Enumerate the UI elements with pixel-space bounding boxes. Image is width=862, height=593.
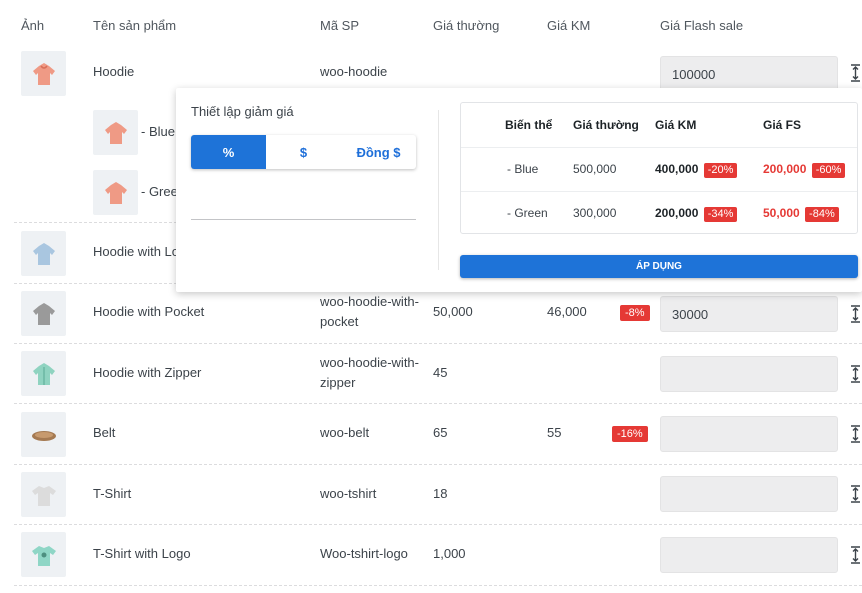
row-divider xyxy=(14,524,862,525)
tshirt-icon xyxy=(31,545,56,566)
apply-button[interactable]: ÁP DỤNG xyxy=(460,255,858,278)
mode-dollar-button[interactable]: $ xyxy=(266,135,341,169)
variant-fs: 50,000 -84% xyxy=(763,206,839,222)
mode-fixed-button[interactable]: Đồng $ xyxy=(341,135,416,169)
product-thumbnail[interactable] xyxy=(21,412,66,457)
sale-discount-badge: -20% xyxy=(703,163,738,178)
discount-mode-toggle: % $ Đồng $ xyxy=(191,135,416,169)
col-sale: Giá KM xyxy=(655,118,697,132)
variation-preview-table: Biến thể Giá thường Giá KM Giá FS - Blue… xyxy=(460,102,858,234)
variant-sale-value: 200,000 xyxy=(655,206,699,220)
fs-discount-badge: -84% xyxy=(805,207,839,222)
sort-vertical-icon[interactable] xyxy=(849,484,862,504)
hoodie-icon xyxy=(32,62,55,85)
discount-value-input[interactable] xyxy=(191,194,416,220)
flash-sale-input[interactable] xyxy=(660,56,838,92)
col-regular: Giá thường xyxy=(573,118,639,132)
product-sku: woo-hoodie xyxy=(320,64,388,79)
product-name[interactable]: T-Shirt xyxy=(93,484,131,504)
header-image: Ảnh xyxy=(21,18,45,33)
variant-sale: 400,000 -20% xyxy=(655,162,738,178)
hoodie-icon xyxy=(104,181,127,204)
product-name[interactable]: Belt xyxy=(93,423,115,443)
variant-fs-value: 50,000 xyxy=(763,206,800,220)
product-name[interactable]: Hoodie xyxy=(93,62,134,82)
table-row: - Green 300,000 200,000 -34% 50,000 -84% xyxy=(461,191,857,235)
hoodie-icon xyxy=(32,302,55,325)
sort-vertical-icon[interactable] xyxy=(849,424,862,444)
sort-vertical-icon[interactable] xyxy=(849,304,862,324)
product-name[interactable]: Hoodie with Pocket xyxy=(93,302,204,322)
header-flash-sale-price[interactable]: Giá Flash sale xyxy=(660,18,743,33)
regular-price: 18 xyxy=(433,486,448,501)
product-sku: woo-tshirt xyxy=(320,486,377,501)
product-thumbnail[interactable] xyxy=(21,532,66,577)
product-sku: woo-belt xyxy=(320,425,370,440)
popup-divider xyxy=(438,110,439,270)
variation-thumbnail[interactable] xyxy=(93,170,138,215)
header-sku[interactable]: Mã SP xyxy=(320,18,359,33)
variation-label: - Blue xyxy=(141,124,175,139)
row-divider xyxy=(14,585,862,586)
flash-sale-input[interactable] xyxy=(660,296,838,332)
sale-discount-badge: -34% xyxy=(703,207,738,222)
product-name[interactable]: T-Shirt with Logo xyxy=(93,544,191,564)
hoodie-icon xyxy=(32,362,55,385)
sort-vertical-icon[interactable] xyxy=(849,545,862,565)
table-row: - Blue 500,000 400,000 -20% 200,000 -60% xyxy=(461,147,857,191)
belt-icon xyxy=(31,430,56,441)
col-fs: Giá FS xyxy=(763,118,802,132)
regular-price: 65 xyxy=(433,425,448,440)
variant-name: - Blue xyxy=(507,162,539,176)
variant-fs-value: 200,000 xyxy=(763,162,807,176)
regular-price: 45 xyxy=(433,365,448,380)
variant-sale: 200,000 -34% xyxy=(655,206,738,222)
row-divider xyxy=(14,464,862,465)
hoodie-icon xyxy=(104,121,127,144)
product-thumbnail[interactable] xyxy=(21,472,66,517)
row-divider xyxy=(14,343,862,344)
popup-title: Thiết lập giảm giá xyxy=(191,104,294,119)
regular-price: 1,000 xyxy=(433,546,466,561)
table-header-row: Biến thể Giá thường Giá KM Giá FS xyxy=(461,103,857,147)
product-thumbnail[interactable] xyxy=(21,231,66,276)
product-sku: woo-hoodie-with- xyxy=(320,294,419,309)
col-variant: Biến thể xyxy=(505,118,553,132)
discount-badge: -8% xyxy=(620,305,650,321)
variant-regular: 500,000 xyxy=(573,162,617,176)
flash-sale-input[interactable] xyxy=(660,537,838,573)
sort-vertical-icon[interactable] xyxy=(849,364,862,384)
product-name[interactable]: Hoodie with Zipper xyxy=(93,363,201,383)
variation-thumbnail[interactable] xyxy=(93,110,138,155)
flash-sale-input[interactable] xyxy=(660,476,838,512)
product-sku-cont: pocket xyxy=(320,314,359,329)
discount-popup: Thiết lập giảm giá % $ Đồng $ Biến thể G… xyxy=(176,88,862,292)
variant-name: - Green xyxy=(507,206,548,220)
mode-percent-button[interactable]: % xyxy=(191,135,266,169)
sale-price: 46,000 xyxy=(547,304,587,319)
header-regular-price[interactable]: Giá thường xyxy=(433,18,499,33)
sale-price: 55 xyxy=(547,425,562,440)
header-sale-price[interactable]: Giá KM xyxy=(547,18,590,33)
product-name[interactable]: Hoodie with Lo xyxy=(93,242,179,262)
variant-regular: 300,000 xyxy=(573,206,617,220)
variant-sale-value: 400,000 xyxy=(655,162,699,176)
header-name[interactable]: Tên sản phẩm xyxy=(93,18,176,33)
product-thumbnail[interactable] xyxy=(21,291,66,336)
variant-fs: 200,000 -60% xyxy=(763,162,846,178)
product-sku: woo-hoodie-with- xyxy=(320,355,419,370)
fs-discount-badge: -60% xyxy=(811,163,846,178)
flash-sale-input[interactable] xyxy=(660,416,838,452)
product-thumbnail[interactable] xyxy=(21,351,66,396)
product-thumbnail[interactable] xyxy=(21,51,66,96)
sort-vertical-icon[interactable] xyxy=(849,63,862,83)
product-sku-cont: zipper xyxy=(320,375,356,390)
flash-sale-input[interactable] xyxy=(660,356,838,392)
tshirt-icon xyxy=(31,485,56,506)
row-divider xyxy=(14,403,862,404)
discount-badge: -16% xyxy=(612,426,648,442)
hoodie-icon xyxy=(32,242,55,265)
product-sku: Woo-tshirt-logo xyxy=(320,546,408,561)
regular-price: 50,000 xyxy=(433,304,473,319)
